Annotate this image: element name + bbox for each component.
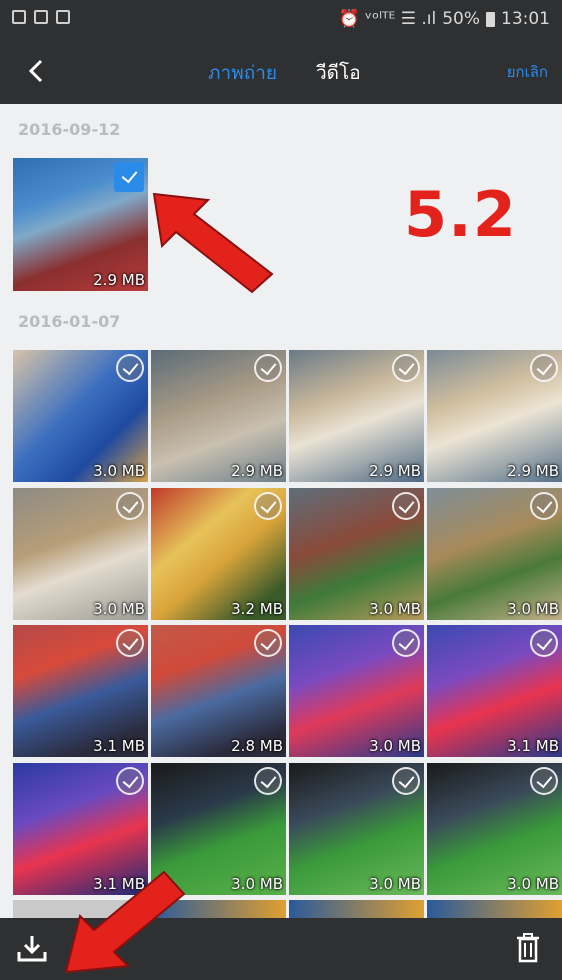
download-icon: [17, 936, 47, 962]
photo-thumbnail[interactable]: 2.8 MB: [151, 625, 286, 757]
unselected-check-icon[interactable]: [392, 354, 420, 382]
step-annotation-label: 5.2: [404, 178, 517, 251]
download-button[interactable]: [14, 930, 50, 966]
battery-icon: [486, 11, 495, 27]
file-size: 3.2 MB: [231, 600, 283, 618]
notification-icons: [12, 10, 70, 24]
unselected-check-icon[interactable]: [254, 767, 282, 795]
clock: 13:01: [501, 9, 550, 29]
photo-thumbnail-partial[interactable]: [13, 900, 148, 918]
file-size: 3.0 MB: [369, 875, 421, 893]
unselected-check-icon[interactable]: [116, 354, 144, 382]
photo-thumbnail[interactable]: 3.0 MB: [289, 763, 424, 895]
photo-thumbnail-partial[interactable]: [427, 900, 562, 918]
signal-icons: ⏰ ᵛᵒˡᵀᴱ ☰ .ıl: [338, 9, 437, 29]
unselected-check-icon[interactable]: [392, 492, 420, 520]
battery-level: 50%: [442, 9, 480, 29]
file-size: 3.0 MB: [507, 875, 559, 893]
photo-thumbnail-partial[interactable]: [289, 900, 424, 918]
file-size: 3.0 MB: [93, 462, 145, 480]
photo-thumbnail[interactable]: 3.0 MB: [151, 763, 286, 895]
unselected-check-icon[interactable]: [530, 629, 558, 657]
cancel-button[interactable]: ยกเลิก: [507, 60, 548, 84]
unselected-check-icon[interactable]: [392, 629, 420, 657]
bottom-action-bar: [0, 918, 562, 980]
photo-thumbnail[interactable]: 2.9 MB: [427, 350, 562, 482]
photo-thumbnail[interactable]: 3.1 MB: [427, 625, 562, 757]
file-size: 2.9 MB: [93, 271, 145, 289]
tab-photos[interactable]: ภาพถ่าย: [208, 58, 277, 88]
photo-thumbnail[interactable]: 3.0 MB: [13, 350, 148, 482]
screenshot-notification-icon: [12, 10, 26, 24]
delete-button[interactable]: [514, 932, 542, 964]
photo-thumbnail[interactable]: 3.0 MB: [427, 763, 562, 895]
unselected-check-icon[interactable]: [254, 354, 282, 382]
photo-thumbnail[interactable]: 3.1 MB: [13, 625, 148, 757]
status-indicators: ⏰ ᵛᵒˡᵀᴱ ☰ .ıl 50% 13:01: [338, 9, 550, 29]
photo-thumbnail[interactable]: 2.9 MB: [151, 350, 286, 482]
photo-thumbnail[interactable]: 3.1 MB: [13, 763, 148, 895]
unselected-check-icon[interactable]: [254, 492, 282, 520]
trash-icon: [517, 933, 539, 963]
unselected-check-icon[interactable]: [116, 629, 144, 657]
date-header: 2016-01-07: [18, 312, 121, 331]
photo-thumbnail[interactable]: 3.0 MB: [289, 488, 424, 620]
annotation-arrow-icon: [152, 192, 274, 294]
file-size: 2.9 MB: [369, 462, 421, 480]
status-bar: ⏰ ᵛᵒˡᵀᴱ ☰ .ıl 50% 13:01: [0, 0, 562, 40]
file-size: 3.0 MB: [369, 600, 421, 618]
unselected-check-icon[interactable]: [254, 629, 282, 657]
photo-thumbnail[interactable]: 2.9 MB: [13, 158, 148, 291]
gallery-notification-icon: [34, 10, 48, 24]
file-size: 3.0 MB: [369, 737, 421, 755]
photo-thumbnail[interactable]: 2.9 MB: [289, 350, 424, 482]
file-size: 3.0 MB: [507, 600, 559, 618]
chevron-left-icon: [28, 59, 43, 83]
file-size: 3.0 MB: [93, 600, 145, 618]
file-size: 2.8 MB: [231, 737, 283, 755]
gallery-notification-icon-2: [56, 10, 70, 24]
app-bar: ภาพถ่าย วีดีโอ ยกเลิก: [0, 40, 562, 104]
date-header: 2016-09-12: [18, 120, 121, 139]
file-size: 3.1 MB: [507, 737, 559, 755]
photo-thumbnail-partial[interactable]: [151, 900, 286, 918]
unselected-check-icon[interactable]: [530, 767, 558, 795]
file-size: 3.1 MB: [93, 737, 145, 755]
photo-thumbnail[interactable]: 3.0 MB: [13, 488, 148, 620]
file-size: 2.9 MB: [507, 462, 559, 480]
photo-thumbnail[interactable]: 3.0 MB: [427, 488, 562, 620]
tab-videos[interactable]: วีดีโอ: [316, 58, 361, 88]
unselected-check-icon[interactable]: [392, 767, 420, 795]
photo-thumbnail[interactable]: 3.2 MB: [151, 488, 286, 620]
unselected-check-icon[interactable]: [530, 492, 558, 520]
selected-check-icon[interactable]: [114, 162, 144, 192]
file-size: 3.1 MB: [93, 875, 145, 893]
unselected-check-icon[interactable]: [530, 354, 558, 382]
unselected-check-icon[interactable]: [116, 767, 144, 795]
file-size: 2.9 MB: [231, 462, 283, 480]
file-size: 3.0 MB: [231, 875, 283, 893]
back-button[interactable]: [22, 56, 52, 86]
photo-thumbnail[interactable]: 3.0 MB: [289, 625, 424, 757]
unselected-check-icon[interactable]: [116, 492, 144, 520]
